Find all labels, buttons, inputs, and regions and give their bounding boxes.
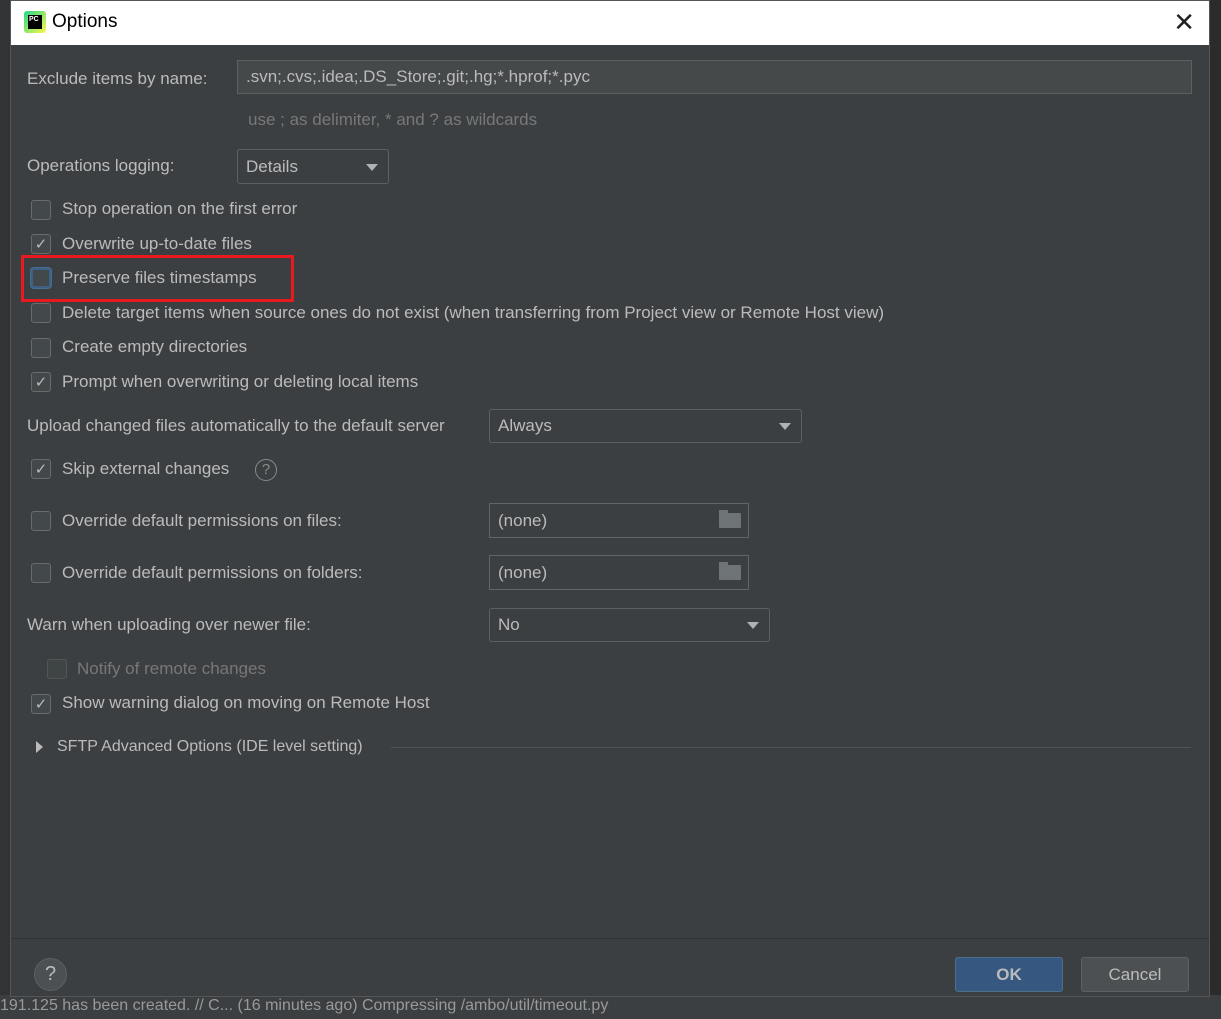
ide-background [0,0,10,1019]
dialog-title: Options [52,11,118,32]
prompt-overwrite-checkbox[interactable]: ✓ [31,372,51,392]
folder-icon[interactable] [719,510,741,528]
options-dialog: PC Options ✕ Exclude items by name: .svn… [10,0,1210,997]
operations-logging-label: Operations logging: [27,156,175,175]
exclude-hint: use ; as delimiter, * and ? as wildcards [248,110,538,129]
close-icon[interactable]: ✕ [1173,9,1195,35]
select-value: Details [246,156,298,176]
notify-checkbox [47,659,67,679]
sftp-advanced-toggle[interactable]: SFTP Advanced Options (IDE level setting… [57,738,363,756]
stop-on-error-checkbox[interactable] [31,200,51,220]
delete-target-checkbox[interactable] [31,303,51,323]
create-empty-dirs-checkbox[interactable] [31,338,51,358]
help-icon[interactable]: ? [255,459,277,481]
exclude-input[interactable]: .svn;.cvs;.idea;.DS_Store;.git;.hg;*.hpr… [237,60,1192,94]
help-button[interactable]: ? [34,958,67,991]
ide-status-bar: 191.125 has been created. // C... (16 mi… [0,995,1221,1019]
override-folders-label[interactable]: Override default permissions on folders: [62,563,362,583]
expand-arrow-icon[interactable] [36,741,43,753]
separator [391,747,1191,748]
stop-on-error-label[interactable]: Stop operation on the first error [62,199,297,219]
override-files-input[interactable]: (none) [489,503,749,538]
skip-external-label[interactable]: Skip external changes [62,459,229,479]
select-value: Always [498,416,552,435]
operations-logging-select[interactable]: Details [237,149,389,184]
skip-external-checkbox[interactable]: ✓ [31,459,51,479]
folder-icon[interactable] [719,562,741,580]
warn-label: Warn when uploading over newer file: [27,615,311,634]
cancel-button[interactable]: Cancel [1081,957,1189,992]
show-warning-checkbox[interactable]: ✓ [31,694,51,714]
create-empty-dirs-label[interactable]: Create empty directories [62,337,247,357]
override-folders-input[interactable]: (none) [489,555,749,590]
exclude-value: .svn;.cvs;.idea;.DS_Store;.git;.hg;*.hpr… [246,67,590,86]
upload-label: Upload changed files automatically to th… [27,416,445,435]
select-value: No [498,615,520,634]
ok-button[interactable]: OK [955,957,1063,992]
chevron-down-icon [747,622,759,629]
pycharm-logo-icon: PC [24,11,46,33]
field-value: (none) [498,562,548,582]
exclude-label: Exclude items by name: [27,69,208,88]
notify-label: Notify of remote changes [77,659,266,678]
override-folders-checkbox[interactable] [31,563,51,583]
overwrite-checkbox[interactable]: ✓ [31,234,51,254]
show-warning-label[interactable]: Show warning dialog on moving on Remote … [62,693,430,713]
override-files-checkbox[interactable] [31,511,51,531]
chevron-down-icon [779,423,791,430]
field-value: (none) [498,510,548,530]
prompt-overwrite-label[interactable]: Prompt when overwriting or deleting loca… [62,372,418,392]
warn-select[interactable]: No [489,608,770,642]
override-files-label[interactable]: Override default permissions on files: [62,511,342,531]
overwrite-label[interactable]: Overwrite up-to-date files [62,234,252,254]
chevron-down-icon [366,163,378,171]
title-bar: PC Options ✕ [11,1,1209,45]
upload-select[interactable]: Always [489,409,802,443]
highlight-annotation [21,255,294,302]
delete-target-label[interactable]: Delete target items when source ones do … [62,303,884,323]
footer-divider [11,938,1209,939]
